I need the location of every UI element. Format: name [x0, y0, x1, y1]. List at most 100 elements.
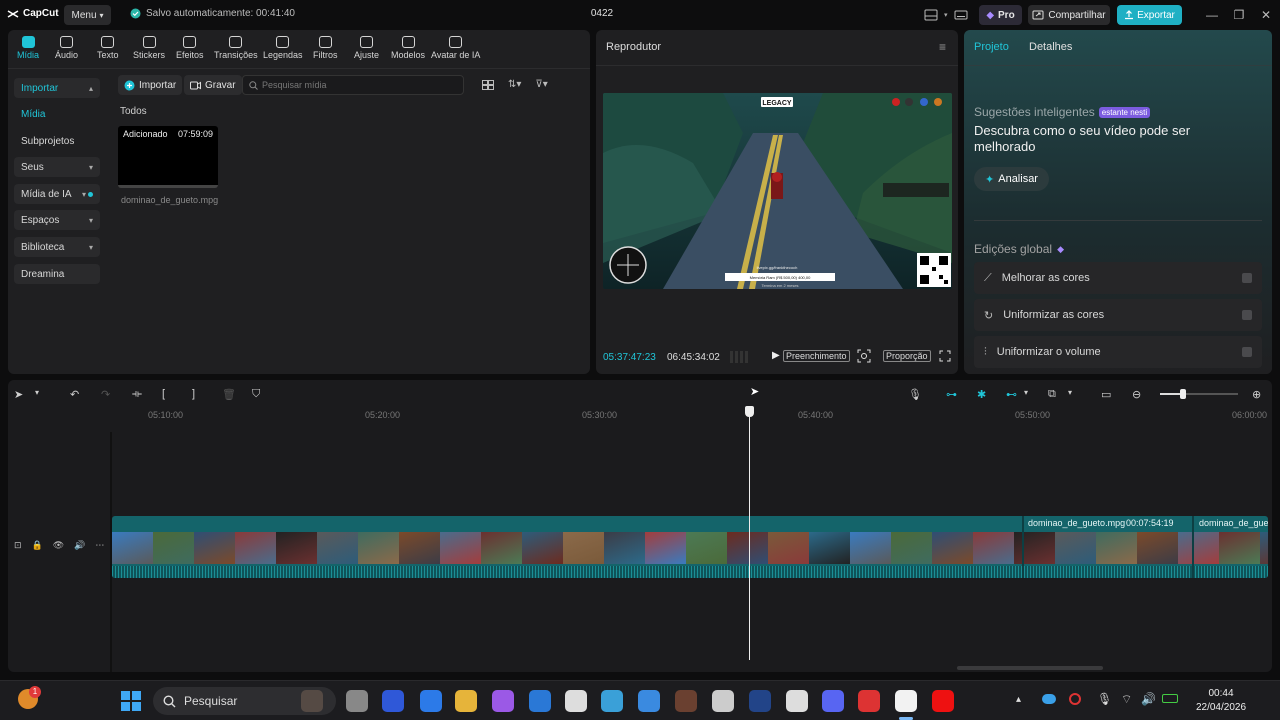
- wifi-icon[interactable]: ⌔: [1121, 692, 1132, 707]
- split-left-icon[interactable]: [: [162, 388, 178, 404]
- more-icon[interactable]: ⋯: [95, 540, 104, 551]
- cloud-app-icon[interactable]: [565, 690, 587, 712]
- folder-icon[interactable]: [455, 690, 477, 712]
- magnet-icon[interactable]: ✱: [977, 388, 993, 404]
- tab-filters[interactable]: Filtros: [313, 34, 338, 60]
- microphone-icon[interactable]: 🎙: [908, 388, 924, 404]
- filter-icon[interactable]: ⊽▾: [535, 79, 547, 90]
- menu-button[interactable]: Menu ▾: [64, 5, 111, 25]
- chain-icon[interactable]: ⊷: [1006, 388, 1022, 404]
- shield-icon[interactable]: ⛉: [252, 388, 268, 404]
- ratio-button[interactable]: Proporção: [883, 350, 931, 362]
- split-right-icon[interactable]: ]: [192, 388, 208, 404]
- copilot-icon[interactable]: [492, 690, 514, 712]
- ea-app-icon[interactable]: [382, 690, 404, 712]
- capcut-app-icon[interactable]: [786, 690, 808, 712]
- video-preview[interactable]: LEGACY livepix.gg/frankthecoch Memória R…: [603, 93, 952, 289]
- pro-button[interactable]: ◆ Pro: [979, 5, 1022, 25]
- preview-axis-icon[interactable]: ⧉: [1048, 388, 1064, 404]
- fill-mode-button[interactable]: Preenchimento: [783, 350, 850, 362]
- zoom-slider-handle[interactable]: [1180, 389, 1186, 399]
- toggle[interactable]: [1242, 310, 1252, 320]
- outlook-icon[interactable]: [529, 690, 551, 712]
- sidebar-item-subprojects[interactable]: Subprojetos: [14, 131, 100, 151]
- project-name[interactable]: 0422: [580, 8, 624, 19]
- clock-date[interactable]: 22/04/2026: [1188, 702, 1254, 713]
- chevron-down-icon[interactable]: ▾: [35, 388, 51, 404]
- split-icon[interactable]: ⟛: [132, 388, 148, 404]
- game-app-icon[interactable]: [675, 690, 697, 712]
- tab-ai-avatar[interactable]: Avatar de IA: [431, 34, 480, 60]
- zoom-slider[interactable]: [1160, 389, 1238, 399]
- chrome-icon[interactable]: [858, 690, 880, 712]
- fullscreen-icon[interactable]: [939, 350, 951, 362]
- select-tool-icon[interactable]: ➤: [14, 388, 30, 404]
- opera-icon[interactable]: [932, 690, 954, 712]
- sidebar-item-dreamina[interactable]: Dreamina: [14, 264, 100, 284]
- microphone-icon[interactable]: 🎙: [1097, 692, 1112, 706]
- option-normalize-volume[interactable]: ⫶ Uniformizar o volume: [974, 336, 1262, 368]
- restore-icon[interactable]: ❐: [1231, 7, 1247, 23]
- toggle[interactable]: [1242, 273, 1252, 283]
- close-icon[interactable]: ✕: [1258, 7, 1274, 23]
- volume-icon[interactable]: 🔊: [1141, 692, 1156, 706]
- chevron-up-icon[interactable]: ▴: [1016, 694, 1021, 705]
- video-clip[interactable]: dominao_de_gueto.mpg 00:07:54:19 dominao…: [112, 516, 1268, 578]
- ds4-app-icon[interactable]: [749, 690, 771, 712]
- tab-adjust[interactable]: Ajuste: [354, 34, 379, 60]
- chevron-down-icon[interactable]: ▾: [1024, 388, 1040, 404]
- search-field[interactable]: Pesquisar mídia: [242, 75, 464, 95]
- store-icon[interactable]: [638, 690, 660, 712]
- tab-text[interactable]: Texto: [97, 34, 119, 60]
- tab-sticker[interactable]: Stickers: [133, 34, 165, 60]
- volume-icon[interactable]: 🔊: [74, 540, 85, 551]
- clock-time[interactable]: 00:44: [1192, 688, 1250, 699]
- horizontal-scrollbar[interactable]: [957, 666, 1103, 670]
- tab-audio[interactable]: Áudio: [55, 34, 78, 60]
- screenshot-icon[interactable]: [857, 349, 871, 363]
- cover-icon[interactable]: ⊡: [14, 540, 22, 551]
- tab-media[interactable]: Mídia: [17, 34, 39, 60]
- option-enhance-colors[interactable]: ⟋ Melhorar as cores: [974, 262, 1262, 294]
- share-button[interactable]: Compartilhar: [1028, 5, 1110, 25]
- app-thumbnail-icon[interactable]: [301, 690, 323, 712]
- chevron-down-icon[interactable]: ▾: [1068, 388, 1084, 404]
- battery-icon[interactable]: [1162, 694, 1178, 703]
- caption-icon[interactable]: ▭: [1101, 388, 1117, 404]
- timeline-bars-icon[interactable]: [730, 351, 748, 363]
- playhead[interactable]: [749, 406, 750, 660]
- file-manager-icon[interactable]: [346, 690, 368, 712]
- tab-details[interactable]: Detalhes: [1029, 41, 1072, 53]
- layout-icon[interactable]: [924, 9, 938, 21]
- record-button[interactable]: Gravar: [184, 75, 242, 95]
- roblox-icon[interactable]: [712, 690, 734, 712]
- analyze-button[interactable]: ✦ Analisar: [974, 167, 1049, 191]
- import-button[interactable]: Importar: [118, 75, 183, 95]
- discord-icon[interactable]: [822, 690, 844, 712]
- capcut-active-icon[interactable]: [895, 690, 917, 712]
- app-tray-icon[interactable]: [1069, 693, 1081, 705]
- eye-icon[interactable]: 👁: [53, 540, 64, 551]
- tab-transitions[interactable]: Transições: [214, 34, 258, 60]
- undo-icon[interactable]: ↶: [70, 388, 86, 404]
- sort-icon[interactable]: ⇅▾: [508, 79, 521, 90]
- tab-effects[interactable]: Efeitos: [176, 34, 204, 60]
- hamburger-icon[interactable]: ≡: [939, 40, 946, 54]
- tab-project[interactable]: Projeto: [974, 41, 1009, 53]
- cloud-icon[interactable]: [1042, 694, 1056, 704]
- export-button[interactable]: Exportar: [1117, 5, 1182, 25]
- zoom-in-icon[interactable]: ⊕: [1252, 388, 1268, 404]
- play-icon[interactable]: ▶: [772, 350, 780, 361]
- photos-icon[interactable]: [601, 690, 623, 712]
- option-match-colors[interactable]: ↻ Uniformizar as cores: [974, 299, 1262, 331]
- delete-icon[interactable]: 🗑: [222, 388, 238, 404]
- grid-view-icon[interactable]: [482, 79, 494, 90]
- tab-templates[interactable]: Modelos: [391, 34, 425, 60]
- chevron-down-icon[interactable]: ▾: [944, 11, 948, 19]
- windows-start-icon[interactable]: [121, 691, 141, 711]
- sidebar-item-media[interactable]: Mídia: [14, 104, 100, 124]
- sidebar-item-import[interactable]: Importar ▴: [14, 78, 100, 98]
- sidebar-item-library[interactable]: Biblioteca ▾: [14, 237, 100, 257]
- link-icon[interactable]: ⊶: [946, 388, 962, 404]
- tab-captions[interactable]: Legendas: [263, 34, 303, 60]
